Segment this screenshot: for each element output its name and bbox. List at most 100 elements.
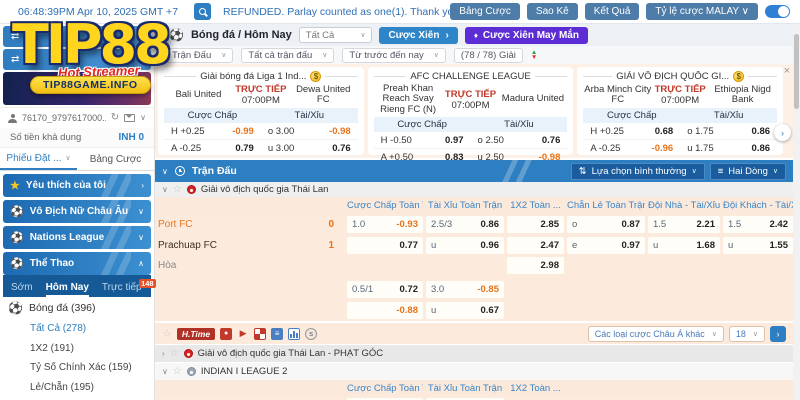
sort-dropdown[interactable]: Trận Đấu∨: [165, 48, 233, 63]
sidebar-swap-button-2[interactable]: ⇄: [3, 49, 151, 70]
odds-cell[interactable]: 0.5/10.72: [347, 281, 423, 298]
sidebar: ⇄ ⇄ 76170_9797617000... ↻ ∨ Số tiền khả …: [0, 24, 155, 400]
odds-cell[interactable]: 3.0-0.85: [426, 281, 504, 298]
home-handicap-odds[interactable]: H +0.25-0.99: [164, 123, 261, 139]
odds-cell[interactable]: -0.88: [347, 302, 423, 319]
sidebar-item-sports[interactable]: ⚽ Thể Thao ∧: [3, 252, 151, 275]
subtab-live[interactable]: Trực tiếp148: [102, 282, 142, 297]
account-chevron-icon[interactable]: ∨: [140, 114, 146, 122]
odds-cell[interactable]: u1.55: [723, 237, 793, 254]
tab-bet-slip[interactable]: Phiếu Đặt ... ∨: [0, 148, 77, 170]
sidebar-item-favorites[interactable]: ★ Yêu thích của tôi ›: [3, 174, 151, 197]
sort-direction-icon[interactable]: ▲▼: [531, 50, 537, 60]
league-header-thai-corners[interactable]: › ☆ Giải vô địch quốc gia Thái Lan - PHẠ…: [155, 345, 793, 362]
stats-s-icon[interactable]: s: [305, 328, 317, 340]
sidebar-item-womens-euro[interactable]: ⚽ Vô Địch Nữ Châu Âu ∨: [3, 200, 151, 223]
sidebar-filter-correct-score[interactable]: Tỷ Số Chính Xác (159): [0, 358, 154, 378]
theme-toggle[interactable]: [765, 5, 790, 18]
odds: 0.97: [622, 240, 641, 251]
handicap-header: Cược Chấp: [583, 110, 680, 121]
collapse-chevron-icon[interactable]: ∨: [162, 167, 168, 176]
odds-cell[interactable]: 1.0-0.93: [347, 216, 423, 233]
promo-banner[interactable]: [3, 72, 151, 105]
scrollbar-thumb[interactable]: [794, 34, 799, 109]
league-count-value: (78 / 78) Giải: [461, 50, 516, 61]
odds-cell[interactable]: 2.5/30.86: [426, 216, 504, 233]
mail-icon[interactable]: [124, 114, 135, 122]
odds-table2-header: Cược Chấp Toàn Tr... Tài Xỉu Toàn Trận 1…: [155, 380, 793, 396]
sidebar-item-football[interactable]: ⚽ Bóng đá (396): [0, 297, 154, 319]
half-time-button[interactable]: H.Time: [177, 328, 215, 340]
expand-markets-button[interactable]: ›: [770, 326, 786, 342]
favorite-star-icon[interactable]: ☆: [170, 348, 179, 359]
balance-value: INH 0: [118, 132, 144, 143]
refresh-icon[interactable]: ↻: [111, 113, 119, 123]
close-icon[interactable]: ×: [784, 66, 790, 77]
play-icon[interactable]: ▶: [237, 328, 249, 340]
tab-bet-list[interactable]: Bảng Cược: [77, 148, 154, 170]
market-filter-dropdown[interactable]: Tất Cả∨: [299, 27, 373, 43]
parlay-button[interactable]: Cược Xiên›: [379, 27, 457, 44]
odds-cell[interactable]: u0.67: [426, 302, 504, 319]
sidebar-filter-odd-even[interactable]: Lẻ/Chẵn (195): [0, 378, 154, 398]
home-handicap-odds[interactable]: H -0.500.97: [374, 132, 471, 148]
card-title-row: GIẢI VÔ ĐỊCH QUỐC GI...$: [583, 69, 777, 83]
subtab-today[interactable]: Hôm Nay: [46, 282, 89, 297]
search-button[interactable]: [194, 3, 211, 20]
under-odds[interactable]: u 3.000.76: [261, 140, 358, 156]
favorite-star-icon[interactable]: ☆: [162, 327, 172, 340]
over-odds[interactable]: o 2.500.76: [471, 132, 568, 148]
grid-markets-icon[interactable]: [254, 328, 266, 340]
chevron-down-icon: ∨: [360, 31, 365, 39]
alarm-icon[interactable]: ●: [220, 328, 232, 340]
odds-cell[interactable]: 1.52.42: [723, 216, 793, 233]
market-count-dropdown[interactable]: 18∨: [729, 326, 765, 342]
statement-button[interactable]: Sao Kê: [527, 3, 578, 20]
carousel-next-button[interactable]: ›: [774, 124, 791, 141]
vertical-scrollbar[interactable]: [793, 24, 800, 400]
results-button[interactable]: Kết Quả: [585, 3, 640, 20]
odds-cell[interactable]: e0.97: [567, 237, 645, 254]
tab-bet-slip-label: Phiếu Đặt ...: [6, 153, 61, 164]
list-markets-icon[interactable]: ≡: [271, 328, 283, 340]
league-count-box[interactable]: (78 / 78) Giải: [454, 48, 523, 63]
odds-cell[interactable]: 2.85: [507, 216, 564, 233]
home-handicap-odds[interactable]: H +0.250.68: [583, 123, 680, 139]
odds-cell[interactable]: o0.87: [567, 216, 645, 233]
league-header-indian[interactable]: ∨ ☆ INDIAN I LEAGUE 2: [155, 363, 793, 380]
time-range-dropdown[interactable]: Từ trước đến nay∨: [342, 48, 446, 63]
lucky-parlay-button[interactable]: ♦Cược Xiên May Mắn: [465, 27, 588, 44]
odds-type-dropdown[interactable]: Tỷ lệ cược MALAY ∨: [646, 3, 758, 20]
away-handicap-odds[interactable]: A -0.250.79: [164, 140, 261, 156]
view-mode-dropdown[interactable]: ⇅Lựa chọn bình thường∨: [571, 163, 705, 180]
sidebar-item-nations-league[interactable]: ⚽ Nations League ∨: [3, 226, 151, 249]
over-odds[interactable]: o 1.750.86: [680, 123, 777, 139]
line-mode-dropdown[interactable]: ≡Hai Dòng∨: [710, 163, 786, 180]
odds-cell[interactable]: u0.96: [426, 237, 504, 254]
odds-row: A -0.25-0.96 u 1.750.86: [583, 140, 777, 157]
over-odds[interactable]: o 3.00-0.98: [261, 123, 358, 139]
odds-cell[interactable]: 2.47: [507, 237, 564, 254]
sidebar-swap-button-1[interactable]: ⇄: [3, 26, 151, 47]
stats-chart-icon[interactable]: [288, 328, 300, 340]
sidebar-filter-all[interactable]: Tất Cả (278): [0, 319, 154, 339]
slip-tabs: Phiếu Đặt ... ∨ Bảng Cược: [0, 148, 154, 171]
away-handicap-odds[interactable]: A -0.25-0.96: [583, 140, 680, 156]
match-filter-dropdown[interactable]: Tất cả trận đấu∨: [241, 48, 334, 63]
under-odds[interactable]: u 1.750.86: [680, 140, 777, 156]
odds: 0.86: [481, 219, 500, 230]
bet-list-button[interactable]: Bảng Cược: [450, 3, 520, 20]
line: 1.5: [653, 219, 666, 230]
subtab-early[interactable]: Sớm: [11, 282, 33, 297]
sidebar-filter-1x2[interactable]: 1X2 (191): [0, 339, 154, 359]
favorite-star-icon[interactable]: ☆: [173, 184, 182, 195]
odds-cell[interactable]: 0.77: [347, 237, 423, 254]
col-over-under: Tài Xỉu Toàn Trận: [426, 383, 504, 394]
odds-cell[interactable]: 2.98: [507, 257, 564, 274]
odds-cell[interactable]: u1.68: [648, 237, 720, 254]
odds-cell[interactable]: 1.52.21: [648, 216, 720, 233]
asian-bet-types-dropdown[interactable]: Các loại cược Châu Á khác∨: [588, 326, 724, 342]
league-header-thai[interactable]: ∨ ☆ Giải vô địch quốc gia Thái Lan: [155, 182, 793, 197]
favorite-star-icon[interactable]: ☆: [173, 366, 182, 377]
sort-icon: ⇅: [579, 166, 587, 177]
